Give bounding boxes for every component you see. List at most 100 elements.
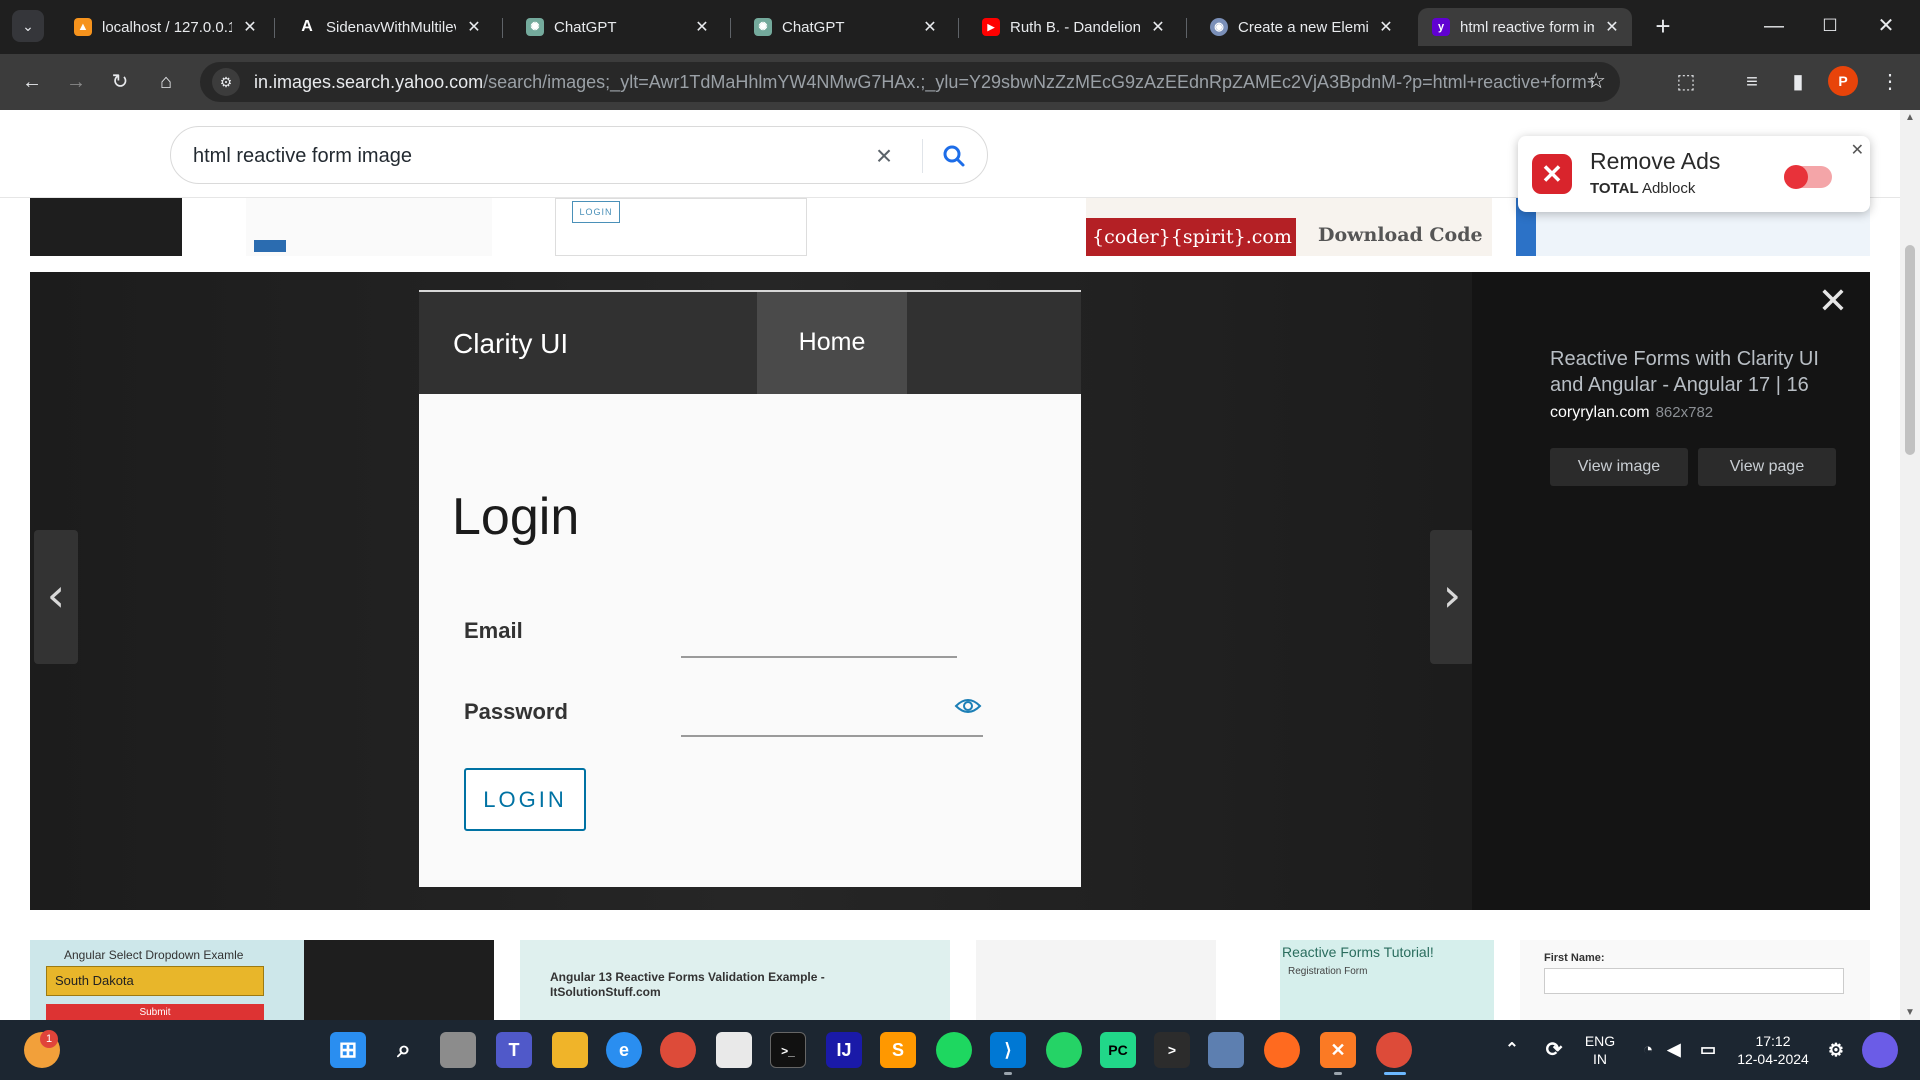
task-view-icon[interactable] (440, 1032, 476, 1068)
tab-chatgpt-2[interactable]: ✺ ChatGPT ✕ (740, 8, 950, 46)
scroll-up-arrow[interactable]: ▲ (1900, 112, 1920, 123)
url-path: /search/images;_ylt=Awr1TdMaHhlmYW4NMwG7… (483, 71, 1594, 92)
adblock-toggle[interactable] (1784, 165, 1832, 189)
tab-sidenav[interactable]: A SidenavWithMultilevel ✕ (284, 8, 494, 46)
thumbnail-code-dark[interactable] (30, 198, 182, 256)
thumbnail-form-light[interactable] (246, 198, 492, 256)
tab-yahoo-active[interactable]: y html reactive form im ✕ (1418, 8, 1632, 46)
bookmark-star-icon[interactable]: ☆ (1586, 68, 1606, 94)
window-close-button[interactable]: ✕ (1858, 8, 1914, 44)
chrome-menu-icon[interactable]: ⋮ (1874, 66, 1906, 98)
edge-icon[interactable]: e (606, 1032, 642, 1068)
url-text: in.images.search.yahoo.com/search/images… (254, 72, 1594, 93)
clock[interactable]: 17:12 12-04-2024 (1728, 1032, 1818, 1068)
image-title[interactable]: Reactive Forms with Clarity UI and Angul… (1550, 346, 1850, 398)
tab-localhost[interactable]: ▲ localhost / 127.0.0.1 / ✕ (60, 8, 270, 46)
tab-chatgpt-1[interactable]: ✺ ChatGPT ✕ (512, 8, 722, 46)
new-tab-button[interactable]: + (1648, 12, 1678, 42)
prev-image-button[interactable]: ‹ (34, 530, 78, 664)
next-image-button[interactable]: › (1430, 530, 1474, 664)
search-box: × (170, 126, 988, 184)
thumbnail-first-name[interactable]: First Name: (1520, 940, 1870, 1020)
chrome-active-indicator (1384, 1072, 1406, 1075)
language-top: ENG (1584, 1033, 1616, 1049)
notifications-icon[interactable]: ⚙ (1818, 1032, 1854, 1068)
search-input[interactable] (193, 139, 833, 173)
tab-elemint[interactable]: ◉ Create a new Elemint ✕ (1196, 8, 1406, 46)
close-tab-icon[interactable]: ✕ (464, 17, 484, 37)
battery-icon[interactable]: ▭ (1690, 1032, 1726, 1068)
address-bar[interactable]: ⚙ in.images.search.yahoo.com/search/imag… (200, 62, 1620, 102)
profile-avatar[interactable]: P (1828, 66, 1858, 96)
close-tab-icon[interactable]: ✕ (1602, 17, 1622, 37)
lightbox-close-icon[interactable]: ✕ (1816, 283, 1850, 319)
cmd-icon[interactable]: > (1154, 1032, 1190, 1068)
thumbnail-reactive-tutorial[interactable]: Reactive Forms Tutorial! Registration Fo… (1280, 940, 1494, 1020)
sync-icon[interactable]: ⟳ (1536, 1032, 1572, 1068)
preview-password-label: Password (464, 699, 568, 724)
intellij-icon[interactable]: IJ (826, 1032, 862, 1068)
preview-image[interactable]: Clarity UI Home Login Email Password LOG… (419, 290, 1081, 887)
tab-search-icon[interactable]: ⌄ (12, 10, 44, 42)
image-source-domain[interactable]: coryrylan.com (1550, 404, 1650, 421)
adblock-close-icon[interactable]: ✕ (1851, 140, 1864, 160)
vscode-icon[interactable]: ⟩ (990, 1032, 1026, 1068)
xampp-icon[interactable]: ✕ (1320, 1032, 1356, 1068)
thumbnail-select-dropdown[interactable]: Angular Select Dropdown Examle South Dak… (30, 940, 304, 1020)
clear-search-icon[interactable]: × (867, 139, 901, 173)
thumb5-title: Reactive Forms Tutorial! (1282, 944, 1434, 960)
thumbnail-code-editor[interactable] (304, 940, 494, 1020)
close-tab-icon[interactable]: ✕ (1148, 17, 1168, 37)
chrome-icon[interactable] (660, 1032, 696, 1068)
virtualbox-icon[interactable] (1208, 1032, 1244, 1068)
search-icon[interactable] (937, 141, 971, 171)
clock-date: 12-04-2024 (1737, 1051, 1809, 1067)
teams-icon[interactable]: T (496, 1032, 532, 1068)
thumb1-select: South Dakota (46, 966, 264, 996)
side-panel-icon[interactable]: ▮ (1782, 66, 1814, 98)
tab-youtube[interactable]: ▶ Ruth B. - Dandelions ✕ (968, 8, 1178, 46)
scrollbar-thumb[interactable] (1905, 245, 1915, 455)
image-source: coryrylan.com 862x782 (1550, 404, 1713, 422)
thumbnail-coder-spirit[interactable]: {coder}{spirit}.com Download Code (1086, 198, 1492, 256)
view-image-button[interactable]: View image (1550, 448, 1688, 486)
close-tab-icon[interactable]: ✕ (240, 17, 260, 37)
firefox-icon[interactable] (1264, 1032, 1300, 1068)
whatsapp-icon[interactable] (1046, 1032, 1082, 1068)
scroll-down-arrow[interactable]: ▼ (1900, 1007, 1920, 1018)
page-scrollbar[interactable]: ▲ ▼ (1900, 110, 1920, 1020)
chrome-profile-icon[interactable] (1376, 1032, 1412, 1068)
home-icon[interactable]: ⌂ (150, 66, 182, 98)
minimize-button[interactable]: — (1746, 8, 1802, 44)
thumbnail-validation[interactable] (976, 940, 1216, 1020)
search-taskbar-icon[interactable]: ⌕ (386, 1032, 422, 1068)
extensions-icon[interactable]: ⬚ (1670, 66, 1702, 98)
thumbnail-login[interactable]: LOGIN (555, 198, 807, 256)
media-controls-icon[interactable]: ≡ (1736, 66, 1768, 98)
windows-start-icon[interactable]: ⊞ (330, 1032, 366, 1068)
reload-icon[interactable]: ↻ (104, 66, 136, 98)
maximize-button[interactable]: ☐ (1802, 8, 1858, 44)
image-dimensions: 862x782 (1655, 404, 1714, 421)
search-divider (922, 139, 923, 173)
language-indicator[interactable]: ENG IN (1580, 1032, 1620, 1068)
back-icon[interactable]: ← (16, 66, 48, 98)
terminal-icon[interactable]: >_ (770, 1032, 806, 1068)
close-tab-icon[interactable]: ✕ (1376, 17, 1396, 37)
site-info-icon[interactable]: ⚙ (212, 68, 240, 96)
volume-icon[interactable]: ◀ (1656, 1032, 1692, 1068)
show-hidden-icons-chevron[interactable]: ⌃ (1494, 1032, 1530, 1068)
thumbnail-itsolutionstuff[interactable]: Angular 13 Reactive Forms Validation Exa… (520, 940, 950, 1020)
close-tab-icon[interactable]: ✕ (692, 17, 712, 37)
yahoo-icon: y (1432, 18, 1450, 36)
spotify-icon[interactable] (936, 1032, 972, 1068)
copilot-icon[interactable] (1862, 1032, 1898, 1068)
file-explorer-icon[interactable] (552, 1032, 588, 1068)
pycharm-icon[interactable]: PC (1100, 1032, 1136, 1068)
view-page-button[interactable]: View page (1698, 448, 1836, 486)
store-icon[interactable] (716, 1032, 752, 1068)
clock-time: 17:12 (1755, 1033, 1791, 1049)
close-tab-icon[interactable]: ✕ (920, 17, 940, 37)
sublime-text-icon[interactable]: S (880, 1032, 916, 1068)
forward-icon[interactable]: → (60, 66, 92, 98)
